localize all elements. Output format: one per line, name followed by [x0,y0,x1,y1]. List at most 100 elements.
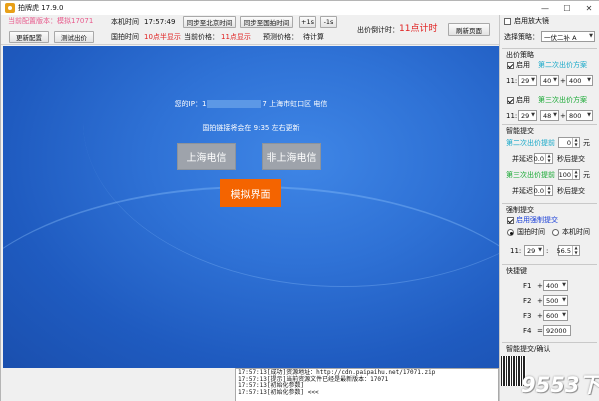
spinner-arrows-icon[interactable]: ▲ ▼ [572,169,579,179]
plan3-add-value: 800 [569,111,582,120]
national-time-radio[interactable] [507,229,514,236]
ip-info: 您的IP：1 7 上海市虹口区 电信 [3,99,499,109]
smart2-spinner[interactable]: 0 ▲ ▼ [558,137,580,148]
minimize-button[interactable]: — [534,1,556,15]
smart2-delay-value: 0.0 [533,154,544,163]
close-button[interactable]: ✕ [578,1,599,15]
chevron-down-icon: ▼ [531,77,535,83]
local-time-radio[interactable] [552,229,559,236]
plan2-enable-checkbox[interactable] [507,62,514,69]
plan3-enable-label: 启用 [516,96,530,104]
current-price-value: 11点显示 [221,33,251,41]
shortcut-key: F1 [523,282,532,290]
unit-yuan: 元 [583,171,590,179]
spinner-arrows-icon[interactable]: ▲ ▼ [545,185,552,195]
shortcut-f3-select[interactable]: 600 ▼ [543,310,568,321]
chevron-down-icon: ▼ [589,33,593,39]
countdown-label: 出价倒计时： [357,26,399,34]
sync-national-button[interactable]: 同步至国拍时间 [240,16,293,28]
ip-prefix: 您的IP：1 [174,100,207,108]
force-minute-select[interactable]: 29 ▼ [524,245,544,256]
refresh-page-button[interactable]: 刷新页面 [448,23,490,36]
minus-1s-button[interactable]: -1s [320,16,337,28]
strategy-value: 一伏二补 A [544,33,577,42]
bid-strategy-section: 出价策略 启用 第二次出价方案 11: 29 ▼ 40 ▼ + 400 ▼ 启用 第三… [502,48,597,128]
watermark-logo: 9553下载 [521,373,599,397]
force-enable-label: 启用强制提交 [516,216,558,224]
chevron-down-icon: ▼ [562,282,566,288]
update-config-button[interactable]: 更新配置 [9,31,49,43]
delay-label: 并延迟 [512,155,533,163]
plan3-second-value: 48 [543,111,552,120]
force-minute-value: 29 [527,246,536,255]
estimated-price-value: 待计算 [303,33,324,41]
config-version-label: 当前配置版本：模拟17071 [8,17,94,25]
plan2-plus: + [560,77,566,85]
plan2-add-select[interactable]: 400 ▼ [566,75,593,86]
seconds-submit-label: 秒后提交 [557,155,585,163]
update-notice: 国拍链接将会在 9:35 左右更新 [202,124,300,132]
plan3-enable-checkbox[interactable] [507,97,514,104]
plus-1s-button[interactable]: +1s [299,16,316,28]
maximize-button[interactable]: ☐ [556,1,578,15]
spinner-arrows-icon[interactable]: ▲ ▼ [545,153,552,163]
non-shanghai-telecom-button[interactable]: 非上海电信 [262,143,321,170]
smart2-delay-spinner[interactable]: 0.0 ▲ ▼ [534,153,553,164]
shortcut-section: 快捷键 F1 + 400 ▼ F2 + 500 ▼ F3 + 600 ▼ F4 = 9… [502,264,597,344]
plan3-minute-select[interactable]: 29 ▼ [518,110,537,121]
shortcut-f1-value: 400 [546,281,559,290]
chevron-down-icon: ▼ [553,112,557,118]
shanghai-telecom-button[interactable]: 上海电信 [177,143,236,170]
shortcut-op: + [537,282,543,290]
plan2-enable-label: 启用 [516,61,530,69]
settings-sidebar: 启用放大镜 选择策略： 一伏二补 A ▼ 出价策略 启用 第二次出价方案 11: … [499,15,599,401]
smart3-label: 第三次出价提前 [506,171,555,179]
plan2-second-value: 40 [543,76,552,85]
auction-panel: 您的IP：1 7 上海市虹口区 电信 国拍链接将会在 9:35 左右更新 上海电信… [3,46,499,368]
ip-mask [207,100,262,108]
log-panel[interactable]: 17:57:13[成功]资源地址：http://cdn.paipaihu.net… [235,368,499,401]
shortcut-op: + [537,312,543,320]
smart-submit-section: 智能提交 第二次出价提前 0 ▲ ▼ 元 并延迟 0.0 ▲ ▼ 秒后提交 第三次出价提… [502,124,597,204]
chevron-down-icon: ▼ [553,77,557,83]
spinner-arrows-icon[interactable]: ▲ ▼ [572,245,579,255]
plan3-add-select[interactable]: 800 ▼ [566,110,593,121]
plan2-second-select[interactable]: 40 ▼ [540,75,559,86]
current-price-label: 当前价格： [184,33,219,41]
local-time-value: 17:57:49 [144,18,176,26]
zoom-enable-checkbox[interactable] [504,18,511,25]
sync-beijing-button[interactable]: 同步至北京时间 [183,16,236,28]
smart2-value: 0 [566,138,571,147]
simulate-interface-button[interactable]: 模拟界面 [220,179,281,207]
smart3-spinner[interactable]: 100 ▲ ▼ [558,169,580,180]
plan2-add-value: 400 [569,76,582,85]
plan2-minute-select[interactable]: 29 ▼ [518,75,537,86]
force-submit-title: 强制提交 [506,206,534,214]
ip-location: 7 上海市虹口区 电信 [262,100,328,108]
shortcut-f4-input[interactable]: 92000 [543,325,571,336]
smart3-delay-spinner[interactable]: 0.0 ▲ ▼ [534,185,553,196]
local-time-label: 本机时间 [111,18,139,26]
shortcut-f2-value: 500 [546,296,559,305]
test-bid-button[interactable]: 测试出价 [54,31,94,43]
national-time-value: 10点半显示 [144,33,181,41]
shortcut-op: + [537,297,543,305]
plan3-hour: 11: [506,112,518,120]
shortcut-f2-select[interactable]: 500 ▼ [543,295,568,306]
force-second-spinner[interactable]: 56.5 ▲ ▼ [557,245,580,256]
bid-strategy-title: 出价策略 [506,51,534,59]
app-window: 拍牌虎 17.9.0 — ☐ ✕ 当前配置版本：模拟17071 更新配置 测试出… [0,0,599,401]
unit-yuan: 元 [583,139,590,147]
force-hour: 11: [510,247,522,255]
strategy-label: 选择策略： [504,33,539,41]
shortcut-op: = [537,327,543,335]
chevron-down-icon: ▼ [562,297,566,303]
plan3-second-select[interactable]: 48 ▼ [540,110,559,121]
smart2-label: 第二次出价提前 [506,139,555,147]
force-enable-checkbox[interactable] [507,217,514,224]
shortcut-f1-select[interactable]: 400 ▼ [543,280,568,291]
app-logo-icon [5,3,15,13]
spinner-arrows-icon[interactable]: ▲ ▼ [572,137,579,147]
strategy-select[interactable]: 一伏二补 A ▼ [541,31,595,42]
shortcut-key: F4 [523,327,532,335]
